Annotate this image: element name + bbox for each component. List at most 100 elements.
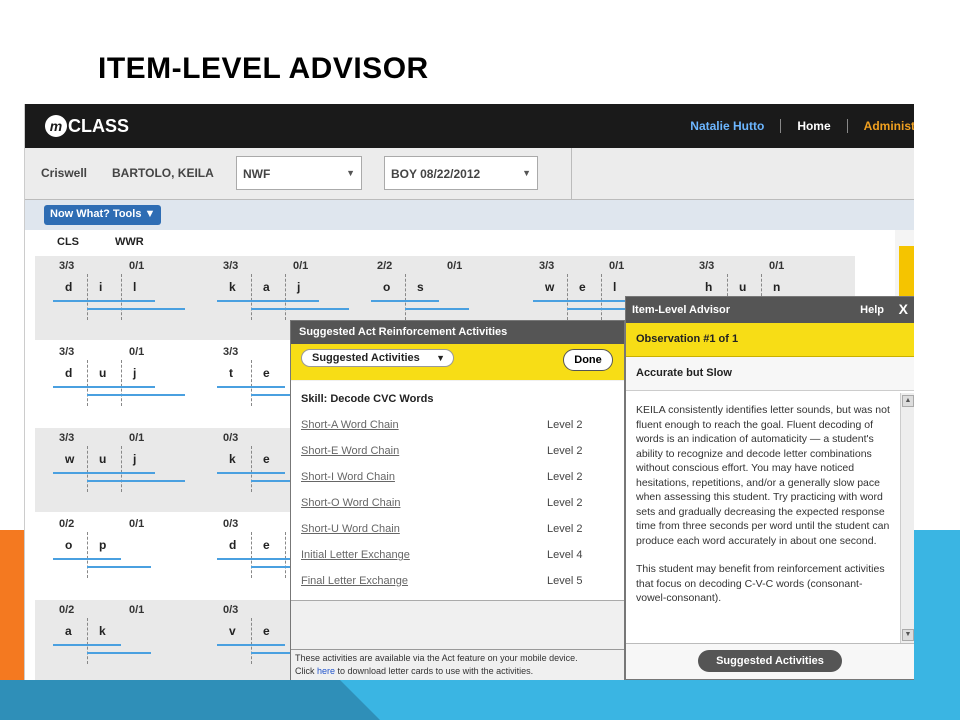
item-divider [601, 274, 602, 320]
advisor-header: Item-Level Advisor Help X [626, 297, 914, 323]
letter-sound-item[interactable]: d [65, 280, 72, 294]
response-line [87, 566, 151, 568]
response-line [53, 558, 121, 560]
scroll-up-icon[interactable]: ▲ [902, 395, 914, 407]
letter-sound-item[interactable]: j [133, 366, 136, 380]
letter-sound-item[interactable]: d [65, 366, 72, 380]
observation-header: Observation #1 of 1 [626, 323, 914, 357]
filter-bar: Criswell BARTOLO, KEILA NWF ▼ BOY 08/22/… [25, 148, 914, 200]
student-name: BARTOLO, KEILA [112, 166, 214, 180]
letter-sound-item[interactable]: l [133, 280, 136, 294]
letter-sound-item[interactable]: v [229, 624, 236, 638]
letter-sound-item[interactable]: k [229, 280, 236, 294]
activities-list: Skill: Decode CVC Words Short-A Word Cha… [291, 381, 624, 601]
letter-sound-item[interactable]: e [263, 452, 270, 466]
letter-sound-item[interactable]: u [99, 366, 106, 380]
item-level-advisor-panel: Item-Level Advisor Help X Observation #1… [625, 296, 914, 680]
advisor-title: Item-Level Advisor [632, 304, 731, 316]
response-line [87, 308, 185, 310]
school-name: Criswell [41, 166, 88, 180]
home-link[interactable]: Home [781, 119, 848, 133]
wwr-score: 0/1 [129, 518, 145, 530]
slide-title: ITEM-LEVEL ADVISOR [98, 52, 429, 85]
advisor-scrollbar[interactable]: ▲ ▼ [900, 393, 914, 643]
letter-sound-item[interactable]: s [417, 280, 424, 294]
scroll-down-icon[interactable]: ▼ [902, 629, 914, 641]
item-divider [251, 532, 252, 578]
period-select[interactable]: BOY 08/22/2012 ▼ [384, 156, 538, 190]
activity-link[interactable]: Short-A Word Chain [301, 419, 399, 431]
activity-link[interactable]: Short-E Word Chain [301, 445, 399, 457]
response-line [87, 652, 151, 654]
item-divider [87, 618, 88, 664]
cls-score: 3/3 [699, 260, 715, 272]
response-line [217, 386, 285, 388]
cls-score: 0/3 [223, 432, 239, 444]
item-divider [251, 618, 252, 664]
activity-level: Level 2 [547, 523, 583, 535]
letter-sound-item[interactable]: t [229, 366, 233, 380]
advisor-footer: Suggested Activities [626, 643, 914, 679]
item-divider [285, 532, 286, 578]
activity-link[interactable]: Final Letter Exchange [301, 575, 408, 587]
close-icon[interactable]: X [899, 301, 908, 317]
letter-sound-item[interactable]: w [545, 280, 554, 294]
letter-sound-item[interactable]: u [739, 280, 746, 294]
letter-sound-item[interactable]: l [613, 280, 616, 294]
activity-link[interactable]: Short-U Word Chain [301, 523, 400, 535]
advisor-paragraph-2: This student may benefit from reinforcem… [636, 563, 885, 604]
letter-sound-item[interactable]: j [133, 452, 136, 466]
skill-heading: Skill: Decode CVC Words [301, 393, 434, 405]
item-divider [285, 274, 286, 320]
letter-sound-item[interactable]: e [263, 366, 270, 380]
response-line [53, 300, 155, 302]
activity-link[interactable]: Short-I Word Chain [301, 471, 395, 483]
response-line [217, 472, 285, 474]
letter-sound-item[interactable]: j [297, 280, 300, 294]
cls-score: 3/3 [59, 432, 75, 444]
letter-sound-item[interactable]: h [705, 280, 712, 294]
response-line [87, 480, 185, 482]
letter-sound-item[interactable]: d [229, 538, 236, 552]
done-button[interactable]: Done [563, 349, 613, 371]
letter-sound-item[interactable]: k [229, 452, 236, 466]
mclass-logo[interactable]: m CLASS [45, 115, 129, 137]
letter-sound-item[interactable]: i [99, 280, 102, 294]
cls-score: 0/2 [59, 604, 75, 616]
letter-sound-item[interactable]: u [99, 452, 106, 466]
letter-sound-item[interactable]: a [263, 280, 270, 294]
activity-link[interactable]: Initial Letter Exchange [301, 549, 410, 561]
footer-note: These activities are available via the A… [295, 653, 578, 663]
letter-sound-item[interactable]: o [383, 280, 390, 294]
item-divider [87, 360, 88, 406]
letter-sound-item[interactable]: n [773, 280, 780, 294]
logo-m-icon: m [45, 115, 67, 137]
letter-sound-item[interactable]: e [263, 538, 270, 552]
letter-sound-item[interactable]: a [65, 624, 72, 638]
activity-link[interactable]: Short-O Word Chain [301, 497, 400, 509]
chevron-down-icon: ▼ [436, 353, 445, 363]
response-line [53, 386, 155, 388]
download-here-link[interactable]: here [317, 666, 335, 676]
letter-sound-item[interactable]: e [579, 280, 586, 294]
item-divider [87, 446, 88, 492]
letter-sound-item[interactable]: w [65, 452, 74, 466]
letter-sound-item[interactable]: e [263, 624, 270, 638]
activities-dropdown[interactable]: Suggested Activities ▼ [301, 349, 454, 367]
cls-score: 3/3 [223, 260, 239, 272]
suggested-activities-button[interactable]: Suggested Activities [698, 650, 842, 672]
help-link[interactable]: Help [860, 304, 884, 316]
letter-sound-item[interactable]: p [99, 538, 106, 552]
letter-sound-item[interactable]: o [65, 538, 72, 552]
top-nav-links: Natalie Hutto Home Administ [674, 119, 914, 133]
cls-score: 3/3 [223, 346, 239, 358]
letter-sound-item[interactable]: k [99, 624, 106, 638]
cls-header: CLS [57, 236, 79, 248]
response-line [217, 300, 319, 302]
user-name-link[interactable]: Natalie Hutto [674, 119, 782, 133]
measure-select[interactable]: NWF ▼ [236, 156, 362, 190]
administration-link[interactable]: Administ [848, 119, 914, 133]
chevron-down-icon: ▼ [346, 168, 355, 178]
now-what-tools-button[interactable]: Now What? Tools ▼ [44, 205, 162, 225]
decorative-bottom-dark-band [0, 680, 380, 720]
